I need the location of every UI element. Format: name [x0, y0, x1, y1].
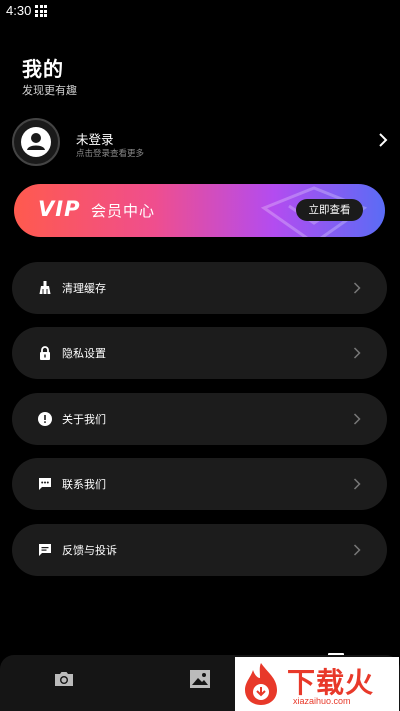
menu-item-privacy[interactable]: 隐私设置: [12, 327, 387, 379]
lock-icon: [40, 346, 50, 360]
chevron-right-icon: [379, 133, 388, 147]
vip-title: 会员中心: [91, 202, 156, 220]
menu-label: 反馈与投诉: [62, 544, 117, 557]
status-time: 4:30: [6, 3, 32, 18]
menu-label: 隐私设置: [62, 347, 106, 360]
status-bar: 4:30: [0, 0, 400, 22]
login-hint: 点击登录查看更多: [76, 149, 145, 159]
profile-login-row[interactable]: 未登录 点击登录查看更多: [12, 118, 392, 168]
watermark-url: xiazaihuo.com: [293, 696, 351, 706]
vip-logo: VIP: [38, 197, 81, 221]
menu-label: 关于我们: [62, 413, 106, 426]
chevron-right-icon: [353, 282, 361, 294]
menu-item-feedback[interactable]: 反馈与投诉: [12, 524, 387, 576]
vip-view-button[interactable]: 立即查看: [296, 199, 363, 221]
menu-label: 清理缓存: [62, 282, 106, 295]
menu-item-contact[interactable]: 联系我们: [12, 458, 387, 510]
app-grid-icon: [35, 5, 47, 17]
watermark: 下载火 xiazaihuo.com: [235, 657, 399, 711]
chevron-right-icon: [353, 478, 361, 490]
page-subtitle: 发现更有趣: [22, 84, 77, 97]
image-icon[interactable]: [188, 667, 212, 691]
feedback-icon: [39, 544, 51, 556]
chevron-right-icon: [353, 347, 361, 359]
chevron-right-icon: [353, 544, 361, 556]
watermark-text: 下载火: [287, 666, 375, 699]
avatar[interactable]: [12, 118, 60, 166]
chevron-right-icon: [353, 413, 361, 425]
login-status: 未登录: [76, 132, 114, 147]
menu-label: 联系我们: [62, 478, 106, 491]
user-icon: [21, 127, 51, 157]
page-title: 我的: [22, 57, 64, 81]
chat-icon: [39, 478, 51, 490]
vip-banner[interactable]: VIP 会员中心 立即查看: [14, 184, 385, 237]
flame-logo-icon: [245, 663, 277, 705]
broom-icon: [39, 281, 51, 294]
menu-item-about[interactable]: 关于我们: [12, 393, 387, 445]
info-icon: [38, 412, 52, 426]
camera-icon[interactable]: [52, 667, 76, 691]
menu-item-clear-cache[interactable]: 清理缓存: [12, 262, 387, 314]
